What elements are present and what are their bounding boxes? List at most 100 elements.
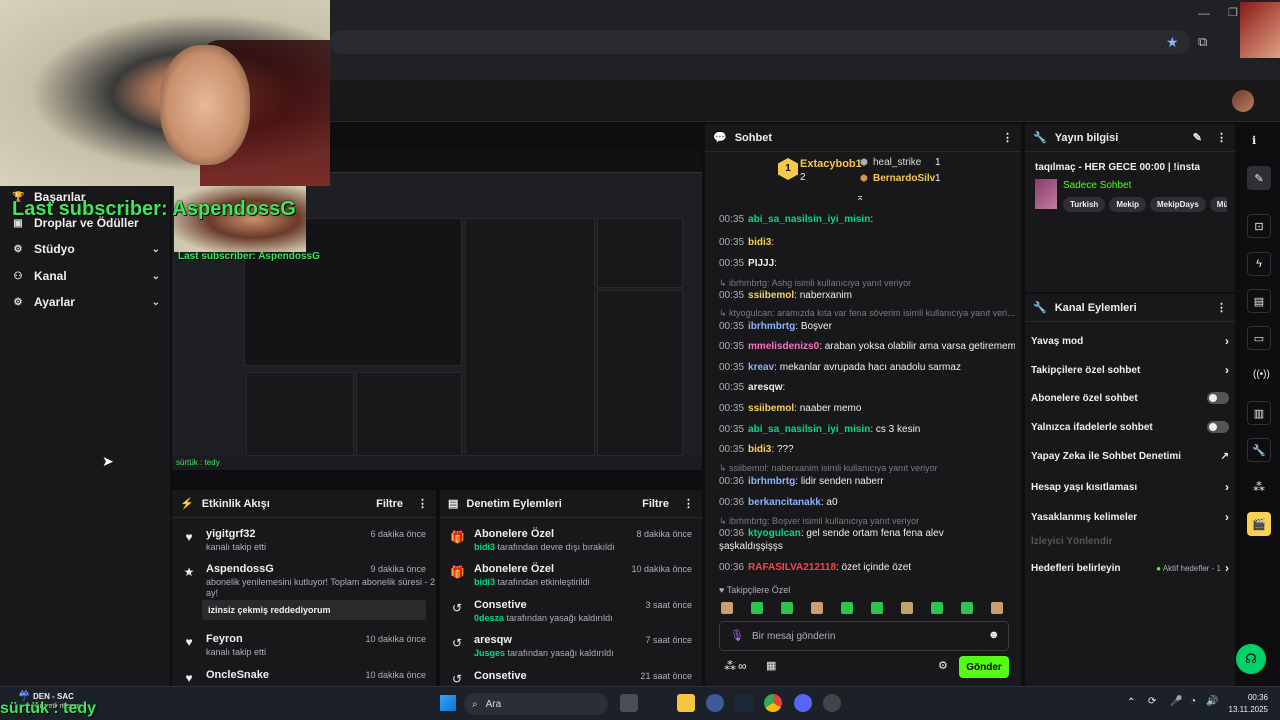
emote-icon[interactable] [871, 602, 883, 614]
mic-icon[interactable]: 🎙 [730, 629, 744, 642]
chat-username[interactable]: PIJJJ [748, 258, 774, 269]
emote-icon[interactable] [721, 602, 733, 614]
maximize-icon[interactable]: ❐ [1228, 6, 1238, 19]
emote-icon[interactable] [901, 602, 913, 614]
moderator-name[interactable]: Jusges [474, 648, 505, 658]
ai-moderation-action[interactable]: Yapay Zeka ile Sohbet Denetimi ↗ [1031, 451, 1229, 462]
notes-icon[interactable]: ▤ [1247, 289, 1271, 313]
chat-username[interactable]: abi_sa_nasilsin_iyi_misin [748, 424, 870, 435]
emote-icon[interactable] [991, 602, 1003, 614]
send-button[interactable]: Gönder [959, 656, 1009, 678]
profile-avatar[interactable] [1240, 2, 1280, 58]
tag[interactable]: MekipDays [1149, 197, 1206, 212]
leaderboard-user[interactable]: Extacybob1 [800, 158, 862, 170]
chat-username[interactable]: ktyogulcan [748, 528, 801, 539]
emote-icon[interactable] [931, 602, 943, 614]
category-thumbnail[interactable] [1035, 179, 1057, 209]
category-link[interactable]: Sadece Sohbet [1063, 180, 1131, 191]
emote-icon[interactable] [751, 602, 763, 614]
taskbar-search[interactable]: ⌕ Ara [464, 693, 608, 715]
chat-username[interactable]: berkancitanakk [748, 497, 821, 508]
clip-icon[interactable]: ⊡ [1247, 214, 1271, 238]
clapper-icon[interactable]: 🎬 [1247, 512, 1271, 536]
slow-mode-action[interactable]: Yavaş mod › [1031, 334, 1229, 348]
points-icon[interactable]: ⁂ [724, 659, 736, 673]
wrench-icon[interactable]: 🔧 [1247, 438, 1271, 462]
tag[interactable]: Mekip [1109, 197, 1146, 212]
chat-username[interactable]: bidi3 [748, 444, 771, 455]
bookmark-star-icon[interactable]: ★ [1166, 34, 1179, 51]
chat-username[interactable]: aresqw [748, 382, 782, 393]
chat-username[interactable]: mmelisdenizs0 [748, 341, 819, 352]
network-icon[interactable]: ⟳ [1148, 696, 1156, 707]
leaderboard-user[interactable]: BernardoSilv [873, 173, 935, 184]
account-age-action[interactable]: Hesap yaşı kısıtlaması › [1031, 480, 1229, 494]
support-headset-icon[interactable]: ☊ [1236, 644, 1266, 674]
filter-button[interactable]: Filtre [642, 498, 669, 510]
moderator-name[interactable]: 0desza [474, 613, 504, 623]
extensions-icon[interactable]: ⧉ [1198, 34, 1207, 50]
tag[interactable]: Mü [1209, 197, 1227, 212]
chat-bubble-icon[interactable]: ▭ [1247, 326, 1271, 350]
discord-icon[interactable] [794, 694, 812, 712]
minimize-icon[interactable]: — [1198, 6, 1210, 20]
emote-only-toggle[interactable] [1207, 421, 1229, 433]
more-options-icon[interactable]: ⋮ [1216, 131, 1227, 144]
lightning-icon[interactable]: ϟ [1247, 252, 1271, 276]
info-icon[interactable]: ℹ [1252, 134, 1256, 147]
tag[interactable]: Turkish [1063, 197, 1106, 212]
chrome-icon[interactable] [764, 694, 782, 712]
moderator-name[interactable]: bidi3 [474, 542, 495, 552]
chat-username[interactable]: ibrhmbrtg [748, 321, 795, 332]
banned-words-action[interactable]: Yasaklanmış kelimeler › [1031, 510, 1229, 524]
chat-username[interactable]: bidi3 [748, 237, 771, 248]
tray-chevron-up-icon[interactable]: ⌃ [1127, 697, 1135, 708]
points-icon[interactable]: ⁂ [1253, 480, 1265, 494]
app-icon[interactable] [706, 694, 724, 712]
chat-settings-icon[interactable]: ⚙ [938, 659, 948, 672]
emote-icon[interactable] [811, 602, 823, 614]
file-explorer-icon[interactable] [677, 694, 695, 712]
emote-icon[interactable] [781, 602, 793, 614]
emoji-icon[interactable]: ☻ [988, 629, 1000, 641]
address-bar[interactable] [330, 30, 1190, 54]
steam-icon[interactable] [735, 694, 753, 712]
chat-input[interactable]: 🎙 Bir mesaj gönderin ☻ [719, 621, 1009, 651]
emote-icon[interactable] [961, 602, 973, 614]
start-menu-icon[interactable] [440, 695, 456, 711]
obs-icon[interactable] [823, 694, 841, 712]
mic-tray-icon[interactable]: 🎤 [1170, 696, 1182, 707]
chat-username[interactable]: ibrhmbrtg [748, 476, 795, 487]
chat-username[interactable]: ssiibemol [748, 290, 794, 301]
layout-icon[interactable]: ▥ [1247, 401, 1271, 425]
wifi-icon[interactable]: ◔ [1190, 696, 1196, 707]
sidebar-item-studio[interactable]: ⚙ Stüdyo ⌄ [12, 242, 160, 256]
taskbar-clock[interactable]: 00:36 13.11.2025 [1222, 692, 1268, 716]
edit-icon[interactable]: ✎ [1193, 131, 1202, 144]
filter-button[interactable]: Filtre [376, 498, 403, 510]
more-options-icon[interactable]: ⋮ [417, 497, 428, 510]
collapse-leaderboard-icon[interactable]: ⌅ [856, 192, 864, 203]
broadcast-icon[interactable]: ((•)) [1253, 369, 1270, 380]
task-view-icon[interactable] [620, 694, 638, 712]
volume-icon[interactable]: 🔊 [1206, 696, 1218, 707]
chat-username[interactable]: abi_sa_nasilsin_iyi_misin [748, 214, 870, 225]
more-options-icon[interactable]: ⋮ [1216, 301, 1227, 314]
emote-only-action[interactable]: Yalnızca ifadelerle sohbet [1031, 421, 1229, 433]
followers-only-action[interactable]: Takipçilere özel sohbet › [1031, 363, 1229, 377]
edit-stream-icon[interactable]: ✎ [1247, 166, 1271, 190]
subscribers-only-toggle[interactable] [1207, 392, 1229, 404]
subscribers-only-action[interactable]: Abonelere özel sohbet [1031, 392, 1229, 404]
store-icon[interactable]: ▦ [766, 659, 776, 672]
chat-username[interactable]: kreav [748, 362, 774, 373]
sidebar-item-settings[interactable]: ⚙ Ayarlar ⌄ [12, 295, 160, 309]
chat-username[interactable]: RAFASILVA212118 [748, 562, 836, 573]
moderator-name[interactable]: bidi3 [474, 577, 495, 587]
chat-username[interactable]: ssiibemol [748, 403, 794, 414]
sidebar-item-channel[interactable]: ⚇ Kanal ⌄ [12, 269, 160, 283]
leaderboard-user[interactable]: heal_strike [873, 157, 921, 168]
more-options-icon[interactable]: ⋮ [683, 497, 694, 510]
more-options-icon[interactable]: ⋮ [1002, 131, 1013, 144]
goals-action[interactable]: Hedefleri belirleyin ● Aktif hedefler - 1… [1031, 561, 1229, 575]
emote-icon[interactable] [841, 602, 853, 614]
